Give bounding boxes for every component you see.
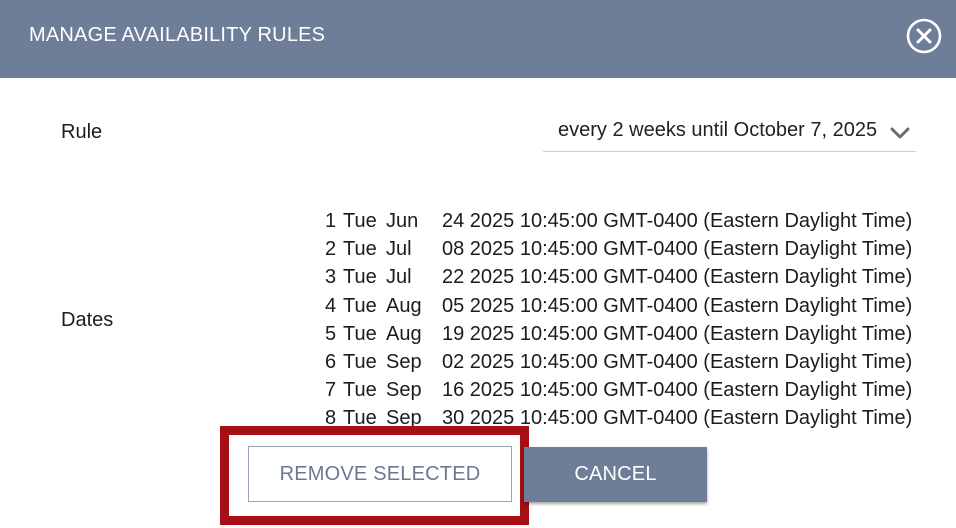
date-detail: 16 2025 10:45:00 GMT-0400 (Eastern Dayli…	[442, 379, 913, 402]
date-weekday: Tue	[343, 350, 377, 373]
date-month: Aug	[386, 294, 422, 317]
date-number: 6	[325, 350, 337, 373]
date-month: Jul	[386, 238, 412, 261]
date-number: 3	[325, 266, 337, 289]
date-number: 7	[325, 379, 337, 402]
date-month: Sep	[386, 350, 422, 373]
date-weekday: Tue	[343, 294, 377, 317]
date-item[interactable]: 3 Tue Jul 22 2025 10:45:00 GMT-0400 (Eas…	[325, 263, 925, 291]
date-detail: 05 2025 10:45:00 GMT-0400 (Eastern Dayli…	[442, 294, 913, 317]
date-item[interactable]: 2 Tue Jul 08 2025 10:45:00 GMT-0400 (Eas…	[325, 235, 925, 263]
date-detail: 24 2025 10:45:00 GMT-0400 (Eastern Dayli…	[442, 210, 913, 232]
close-button[interactable]	[905, 17, 943, 55]
dates-label: Dates	[61, 309, 114, 331]
rule-label: Rule	[61, 121, 103, 143]
date-item[interactable]: 7 Tue Sep 16 2025 10:45:00 GMT-0400 (Eas…	[325, 376, 925, 404]
remove-selected-button[interactable]: REMOVE SELECTED	[248, 446, 512, 502]
dialog-header: MANAGE AVAILABILITY RULES	[0, 0, 956, 78]
date-detail: 22 2025 10:45:00 GMT-0400 (Eastern Dayli…	[442, 266, 913, 289]
chevron-down-icon	[890, 127, 910, 139]
date-weekday: Tue	[343, 238, 377, 261]
date-number: 2	[325, 238, 337, 261]
date-weekday: Tue	[343, 379, 377, 402]
date-month: Aug	[386, 322, 422, 345]
date-month: Jun	[386, 210, 419, 232]
date-number: 4	[325, 294, 337, 317]
close-circle-icon	[906, 18, 942, 54]
date-item[interactable]: 4 Tue Aug 05 2025 10:45:00 GMT-0400 (Eas…	[325, 292, 925, 320]
dates-list: 1 Tue Jun 24 2025 10:45:00 GMT-0400 (Eas…	[325, 207, 925, 433]
manage-availability-dialog: MANAGE AVAILABILITY RULES Rule every 2 w…	[0, 0, 956, 528]
rule-select[interactable]: every 2 weeks until October 7, 2025	[543, 110, 916, 152]
date-month: Sep	[386, 379, 422, 402]
date-weekday: Tue	[343, 322, 377, 345]
date-weekday: Tue	[343, 266, 377, 289]
date-item[interactable]: 6 Tue Sep 02 2025 10:45:00 GMT-0400 (Eas…	[325, 348, 925, 376]
date-detail: 02 2025 10:45:00 GMT-0400 (Eastern Dayli…	[442, 350, 913, 373]
date-item[interactable]: 5 Tue Aug 19 2025 10:45:00 GMT-0400 (Eas…	[325, 320, 925, 348]
date-weekday: Tue	[343, 210, 377, 232]
rule-select-value: every 2 weeks until October 7, 2025	[558, 119, 878, 141]
date-item[interactable]: 1 Tue Jun 24 2025 10:45:00 GMT-0400 (Eas…	[325, 207, 925, 235]
date-month: Jul	[386, 266, 412, 289]
date-detail: 19 2025 10:45:00 GMT-0400 (Eastern Dayli…	[442, 322, 913, 345]
cancel-button[interactable]: CANCEL	[524, 447, 707, 502]
date-detail: 08 2025 10:45:00 GMT-0400 (Eastern Dayli…	[442, 238, 913, 261]
date-number: 1	[325, 210, 337, 232]
date-number: 5	[325, 322, 337, 345]
dialog-title: MANAGE AVAILABILITY RULES	[29, 24, 326, 46]
